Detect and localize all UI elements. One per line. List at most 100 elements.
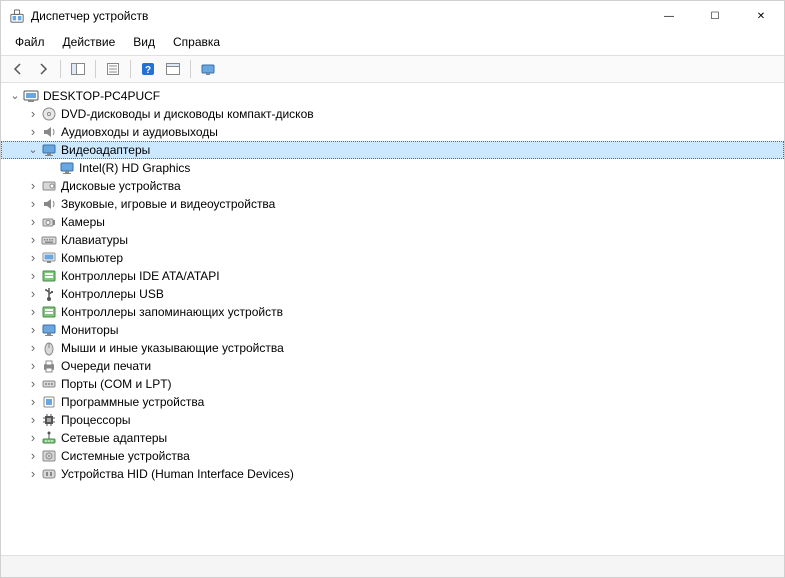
expand-icon[interactable]	[25, 232, 41, 248]
menu-view[interactable]: Вид	[125, 33, 163, 51]
help-button[interactable]: ?	[137, 58, 159, 80]
expand-icon[interactable]	[25, 358, 41, 374]
disc-icon	[41, 106, 57, 122]
tree-category[interactable]: Клавиатуры	[1, 231, 784, 249]
node-label: Сетевые адаптеры	[61, 431, 167, 445]
tree-category[interactable]: Компьютер	[1, 249, 784, 267]
tree-root[interactable]: DESKTOP-PC4PUCF	[1, 87, 784, 105]
expand-icon[interactable]	[25, 466, 41, 482]
hid-icon	[41, 466, 57, 482]
window-title: Диспетчер устройств	[31, 9, 646, 23]
tree-category[interactable]: Контроллеры запоминающих устройств	[1, 303, 784, 321]
node-label: Программные устройства	[61, 395, 204, 409]
system-icon	[41, 448, 57, 464]
expand-icon[interactable]	[25, 286, 41, 302]
camera-icon	[41, 214, 57, 230]
toolbar: ?	[1, 55, 784, 83]
collapse-icon[interactable]	[25, 142, 41, 158]
device-tree[interactable]: DESKTOP-PC4PUCFDVD-дисководы и дисководы…	[1, 83, 784, 555]
computer-root-icon	[23, 88, 39, 104]
cpu-icon	[41, 412, 57, 428]
svg-text:?: ?	[145, 65, 151, 76]
expand-icon[interactable]	[25, 394, 41, 410]
software-icon	[41, 394, 57, 410]
properties-button[interactable]	[102, 58, 124, 80]
port-icon	[41, 376, 57, 392]
menu-file[interactable]: Файл	[7, 33, 53, 51]
expand-icon[interactable]	[25, 448, 41, 464]
network-icon	[41, 430, 57, 446]
expand-icon[interactable]	[25, 304, 41, 320]
menu-help[interactable]: Справка	[165, 33, 228, 51]
tree-category[interactable]: Дисковые устройства	[1, 177, 784, 195]
tree-category[interactable]: Программные устройства	[1, 393, 784, 411]
expand-icon[interactable]	[25, 268, 41, 284]
tree-category[interactable]: Устройства HID (Human Interface Devices)	[1, 465, 784, 483]
tree-category[interactable]: Камеры	[1, 213, 784, 231]
node-label: Камеры	[61, 215, 105, 229]
tree-category[interactable]: Звуковые, игровые и видеоустройства	[1, 195, 784, 213]
expand-icon[interactable]	[25, 250, 41, 266]
back-button[interactable]	[7, 58, 29, 80]
expand-icon[interactable]	[25, 196, 41, 212]
menu-action[interactable]: Действие	[55, 33, 124, 51]
scan-hardware-button[interactable]	[162, 58, 184, 80]
expand-icon[interactable]	[25, 178, 41, 194]
printer-icon	[41, 358, 57, 374]
collapse-icon[interactable]	[7, 88, 23, 104]
drive-icon	[41, 178, 57, 194]
storage-icon	[41, 268, 57, 284]
refresh-button[interactable]	[197, 58, 219, 80]
toolbar-separator	[190, 60, 191, 78]
tree-category[interactable]: Контроллеры IDE ATA/ATAPI	[1, 267, 784, 285]
monitor-icon	[41, 142, 57, 158]
tree-category[interactable]: DVD-дисководы и дисководы компакт-дисков	[1, 105, 784, 123]
toolbar-separator	[60, 60, 61, 78]
expand-icon[interactable]	[25, 430, 41, 446]
expand-icon[interactable]	[25, 124, 41, 140]
expand-icon[interactable]	[25, 214, 41, 230]
node-label: Клавиатуры	[61, 233, 128, 247]
show-hide-tree-button[interactable]	[67, 58, 89, 80]
mouse-icon	[41, 340, 57, 356]
expand-icon[interactable]	[25, 376, 41, 392]
node-label: Звуковые, игровые и видеоустройства	[61, 197, 275, 211]
tree-category[interactable]: Контроллеры USB	[1, 285, 784, 303]
maximize-button[interactable]: ☐	[692, 1, 738, 31]
tree-category[interactable]: Видеоадаптеры	[1, 141, 784, 159]
tree-category[interactable]: Аудиовходы и аудиовыходы	[1, 123, 784, 141]
monitor-icon	[41, 322, 57, 338]
node-label: Компьютер	[61, 251, 123, 265]
usb-icon	[41, 286, 57, 302]
node-label: Очереди печати	[61, 359, 151, 373]
close-button[interactable]: ✕	[738, 1, 784, 31]
node-label: Мониторы	[61, 323, 118, 337]
tree-category[interactable]: Сетевые адаптеры	[1, 429, 784, 447]
node-label: Контроллеры запоминающих устройств	[61, 305, 283, 319]
node-label: Устройства HID (Human Interface Devices)	[61, 467, 294, 481]
tree-category[interactable]: Процессоры	[1, 411, 784, 429]
expand-icon[interactable]	[25, 106, 41, 122]
expand-icon[interactable]	[25, 322, 41, 338]
tree-category[interactable]: Мониторы	[1, 321, 784, 339]
tree-category[interactable]: Порты (COM и LPT)	[1, 375, 784, 393]
speaker-icon	[41, 196, 57, 212]
expand-icon[interactable]	[25, 340, 41, 356]
expander-spacer	[43, 160, 59, 176]
tree-device[interactable]: Intel(R) HD Graphics	[1, 159, 784, 177]
node-label: Системные устройства	[61, 449, 190, 463]
window-controls: — ☐ ✕	[646, 1, 784, 31]
forward-button[interactable]	[32, 58, 54, 80]
storage-icon	[41, 304, 57, 320]
node-label: Процессоры	[61, 413, 131, 427]
expand-icon[interactable]	[25, 412, 41, 428]
tree-category[interactable]: Очереди печати	[1, 357, 784, 375]
computer-icon	[41, 250, 57, 266]
minimize-button[interactable]: —	[646, 1, 692, 31]
tree-category[interactable]: Системные устройства	[1, 447, 784, 465]
node-label: Контроллеры USB	[61, 287, 164, 301]
node-label: Порты (COM и LPT)	[61, 377, 172, 391]
app-icon	[9, 8, 25, 24]
speaker-icon	[41, 124, 57, 140]
tree-category[interactable]: Мыши и иные указывающие устройства	[1, 339, 784, 357]
